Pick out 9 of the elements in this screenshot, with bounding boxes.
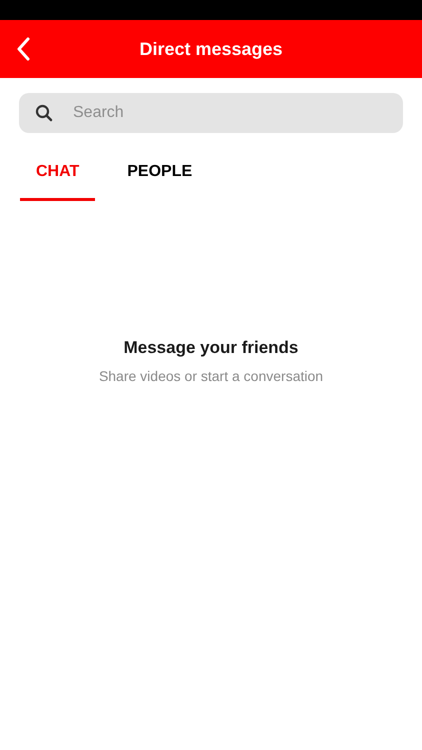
tab[interactable]: PEOPLE: [111, 155, 208, 201]
search-icon: [35, 104, 53, 122]
search-field[interactable]: Search: [71, 103, 387, 123]
tab[interactable]: CHAT: [20, 155, 96, 201]
back-icon: [16, 37, 30, 61]
search-bar[interactable]: Search: [19, 93, 403, 133]
empty-subtitle: Share videos or start a conversation: [98, 368, 324, 384]
empty-title: Message your friends: [124, 338, 298, 358]
header-title: Direct messages: [139, 38, 283, 60]
